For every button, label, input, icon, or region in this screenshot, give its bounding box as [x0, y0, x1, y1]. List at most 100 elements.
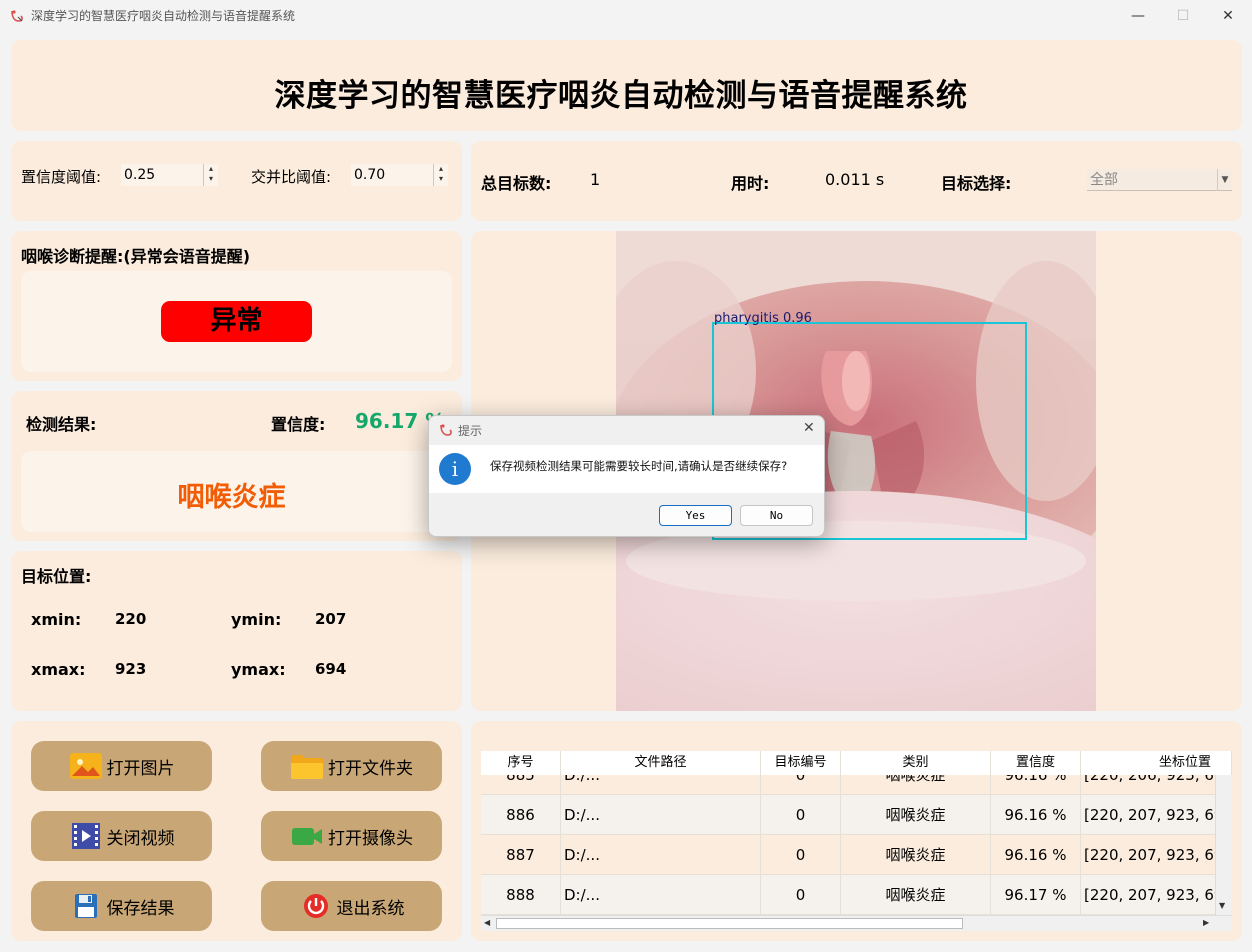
dialog-app-icon [440, 424, 452, 436]
results-table: 序号 文件路径 目标编号 类别 置信度 坐标位置 885 D:/... 0 咽喉… [481, 751, 1232, 915]
diagnosis-status-badge: 异常 [161, 301, 312, 342]
ymin-label: ymin: [231, 610, 282, 629]
xmin-value: 220 [115, 610, 147, 628]
exit-system-button[interactable]: 退出系统 [261, 881, 442, 931]
target-select-value: 全部 [1090, 172, 1118, 188]
dialog-title: 提示 [458, 424, 483, 438]
iou-threshold-value: 0.70 [354, 167, 386, 183]
elapsed-time-value: 0.011 s [825, 170, 885, 189]
save-result-label: 保存结果 [106, 898, 175, 919]
cell-class: 咽喉炎症 [841, 875, 991, 914]
cell-class: 咽喉炎症 [841, 835, 991, 874]
close-window-button[interactable]: ✕ [1205, 0, 1251, 31]
open-image-button[interactable]: 打开图片 [31, 741, 212, 791]
cell-confidence: 96.16 % [991, 835, 1081, 874]
cell-index: 887 [481, 835, 561, 874]
page-title: 深度学习的智慧医疗咽炎自动检测与语音提醒系统 [274, 78, 968, 114]
column-header-coordinates[interactable]: 坐标位置 [1081, 751, 1232, 775]
column-header-confidence[interactable]: 置信度 [991, 751, 1081, 775]
video-camera-icon [292, 828, 322, 845]
conf-threshold-spinbox[interactable]: 0.25 ▴ ▾ [121, 164, 218, 186]
save-result-button[interactable]: 保存结果 [31, 881, 212, 931]
target-select-label: 目标选择: [941, 174, 1012, 193]
cell-file-path: D:/... [561, 795, 761, 834]
cell-confidence: 96.16 % [991, 795, 1081, 834]
iou-spin-arrows[interactable]: ▴ ▾ [433, 164, 448, 186]
table-header: 序号 文件路径 目标编号 类别 置信度 坐标位置 [481, 751, 1232, 775]
open-folder-button[interactable]: 打开文件夹 [261, 741, 442, 791]
column-header-target-id[interactable]: 目标编号 [761, 751, 841, 775]
cell-file-path: D:/... [561, 835, 761, 874]
cell-target-id: 0 [761, 835, 841, 874]
floppy-disk-icon [74, 894, 97, 918]
open-camera-label: 打开摄像头 [328, 828, 413, 849]
cell-confidence: 96.17 % [991, 875, 1081, 914]
column-header-file-path[interactable]: 文件路径 [561, 751, 761, 775]
app-icon [11, 10, 23, 22]
dialog-no-button[interactable]: No [740, 505, 813, 526]
confirm-dialog: 提示 ✕ i 保存视频检测结果可能需要较长时间,请确认是否继续保存? Yes N… [428, 415, 825, 537]
power-icon [303, 894, 328, 918]
cell-coordinates: [220, 207, 923, 694] [1081, 795, 1232, 834]
table-row[interactable]: 887 D:/... 0 咽喉炎症 96.16 % [220, 207, 923… [481, 835, 1232, 875]
ymax-label: ymax: [231, 660, 286, 679]
table-row[interactable]: 886 D:/... 0 咽喉炎症 96.16 % [220, 207, 923… [481, 795, 1232, 835]
column-header-class[interactable]: 类别 [841, 751, 991, 775]
iou-threshold-label: 交并比阈值: [251, 168, 332, 186]
cell-file-path: D:/... [561, 875, 761, 914]
chevron-down-icon[interactable]: ▼ [1217, 169, 1232, 191]
ymin-value: 207 [315, 610, 347, 628]
film-icon [71, 823, 100, 849]
close-video-label: 关闭视频 [106, 828, 175, 849]
conf-spin-arrows[interactable]: ▴ ▾ [203, 164, 218, 186]
open-image-label: 打开图片 [106, 758, 175, 779]
minimize-button[interactable]: — [1115, 0, 1161, 31]
cell-class: 咽喉炎症 [841, 795, 991, 834]
conf-threshold-label: 置信度阈值: [21, 168, 102, 186]
iou-threshold-spinbox[interactable]: 0.70 ▴ ▾ [351, 164, 448, 186]
diagnosis-title: 咽喉诊断提醒:(异常会语音提醒) [21, 247, 251, 266]
xmin-label: xmin: [31, 610, 82, 629]
exit-system-label: 退出系统 [336, 898, 405, 919]
column-header-index[interactable]: 序号 [481, 751, 561, 775]
info-icon: i [439, 453, 471, 485]
scroll-right-arrow-icon[interactable]: ▶ [1203, 918, 1209, 927]
cell-index: 888 [481, 875, 561, 914]
detection-result-label: 检测结果: [26, 415, 97, 434]
cell-coordinates: [220, 207, 923, 694] [1081, 875, 1232, 914]
dialog-message: 保存视频检测结果可能需要较长时间,请确认是否继续保存? [490, 459, 788, 473]
conf-threshold-value: 0.25 [124, 167, 156, 183]
table-row[interactable]: 888 D:/... 0 咽喉炎症 96.17 % [220, 207, 923… [481, 875, 1232, 915]
confidence-label: 置信度: [271, 415, 326, 434]
title-bar: 深度学习的智慧医疗咽炎自动检测与语音提醒系统 — ☐ ✕ [0, 0, 1252, 31]
close-video-button[interactable]: 关闭视频 [31, 811, 212, 861]
xmax-value: 923 [115, 660, 147, 678]
horizontal-scroll-thumb[interactable] [496, 918, 963, 929]
target-position-title: 目标位置: [21, 567, 92, 586]
open-folder-label: 打开文件夹 [328, 758, 413, 779]
target-select-combobox[interactable]: 全部 ▼ [1087, 169, 1232, 191]
window-title: 深度学习的智慧医疗咽炎自动检测与语音提醒系统 [31, 9, 296, 23]
table-vertical-scrollbar[interactable]: ▲ ▼ [1215, 751, 1232, 915]
dialog-close-icon[interactable]: ✕ [803, 420, 815, 436]
open-camera-button[interactable]: 打开摄像头 [261, 811, 442, 861]
dialog-body: i 保存视频检测结果可能需要较长时间,请确认是否继续保存? [429, 445, 824, 493]
folder-icon [291, 755, 323, 779]
table-horizontal-scrollbar[interactable]: ◀ ▶ [481, 915, 1232, 931]
cell-index: 886 [481, 795, 561, 834]
detection-box-label: pharygitis 0.96 [714, 311, 812, 326]
scroll-down-arrow-icon[interactable]: ▼ [1219, 901, 1225, 910]
dialog-yes-button[interactable]: Yes [659, 505, 732, 526]
scroll-left-arrow-icon[interactable]: ◀ [484, 918, 490, 927]
cell-target-id: 0 [761, 875, 841, 914]
total-targets-label: 总目标数: [481, 174, 552, 193]
total-targets-value: 1 [590, 170, 601, 189]
image-icon [69, 753, 102, 779]
ymax-value: 694 [315, 660, 347, 678]
cell-coordinates: [220, 207, 923, 694] [1081, 835, 1232, 874]
maximize-button[interactable]: ☐ [1160, 0, 1206, 31]
elapsed-time-label: 用时: [731, 174, 770, 193]
detected-class-name: 咽喉炎症 [177, 482, 286, 513]
cell-target-id: 0 [761, 795, 841, 834]
xmax-label: xmax: [31, 660, 86, 679]
